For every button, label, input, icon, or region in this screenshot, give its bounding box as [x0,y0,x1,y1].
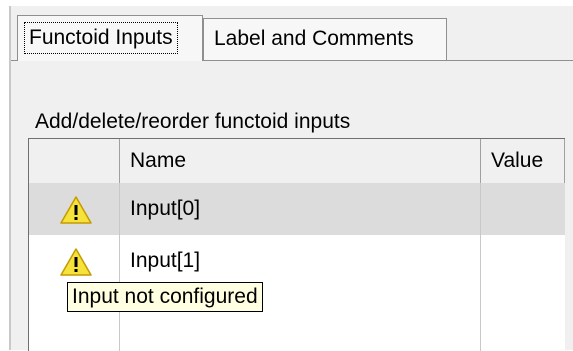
tab-functoid-inputs[interactable]: Functoid Inputs [17,15,203,61]
input-name-cell[interactable]: Input[0] [120,183,481,235]
grid-header: Name Value [29,139,565,184]
input-name: Input[1] [130,249,201,272]
input-name: Input[0] [130,197,201,220]
column-header-name[interactable]: Name [120,139,481,183]
input-value-cell[interactable] [481,183,565,235]
tab-label: Functoid Inputs [24,22,178,54]
functoid-inputs-grid[interactable]: Name Value Input[0] Input[1] [28,138,565,351]
tab-label: Label and Comments [214,27,414,50]
tab-label-and-comments[interactable]: Label and Comments [203,18,447,60]
panel-title: Add/delete/reorder functoid inputs [35,110,351,133]
row-selector[interactable] [29,183,120,235]
input-name-cell[interactable]: Input[1] [120,235,481,287]
validation-tooltip: Input not configured [67,282,263,312]
input-value-cell[interactable] [481,287,565,351]
row-selector-header [29,139,120,183]
table-row[interactable]: Input[0] [29,183,565,236]
input-value-cell[interactable] [481,235,565,287]
table-row[interactable]: Input[1] [29,235,565,288]
warning-icon [60,248,92,276]
row-selector[interactable] [29,235,120,287]
column-header-value[interactable]: Value [481,139,565,183]
warning-icon [60,196,92,224]
